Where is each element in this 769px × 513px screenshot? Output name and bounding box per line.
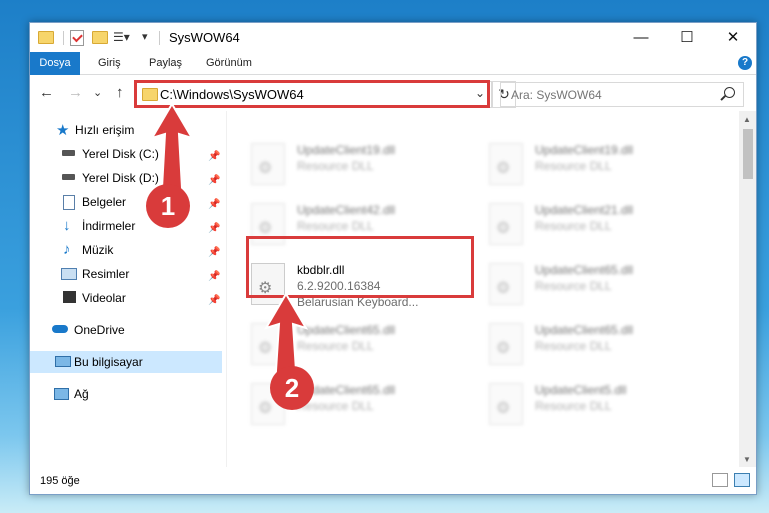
file-name: UpdateClient65.dll bbox=[297, 323, 396, 337]
details-view-icon[interactable] bbox=[712, 473, 728, 487]
downloads-icon: ↓ bbox=[63, 217, 71, 234]
file-item[interactable]: UpdateClient65.dll Resource DLL bbox=[489, 259, 719, 315]
sidebar-item-downloads[interactable]: ↓ İndirmeler 📌 bbox=[30, 215, 222, 237]
folder-icon bbox=[38, 31, 54, 44]
minimize-button[interactable]: — bbox=[618, 23, 664, 52]
forward-button[interactable]: → bbox=[68, 84, 83, 101]
maximize-button[interactable]: ☐ bbox=[664, 23, 710, 52]
tab-share[interactable]: Paylaş bbox=[141, 52, 190, 74]
item-count: 195 öğe bbox=[40, 475, 80, 487]
file-item[interactable]: UpdateClient19.dll Resource DLL bbox=[489, 139, 719, 195]
file-type: Resource DLL bbox=[535, 339, 612, 353]
pin-icon[interactable]: 📌 bbox=[208, 194, 220, 216]
back-button[interactable]: ← bbox=[39, 84, 54, 101]
file-name: UpdateClient42.dll bbox=[297, 203, 396, 217]
ribbon-tabs: Dosya Giriş Paylaş Görünüm ? bbox=[30, 52, 756, 108]
sidebar-item-label: OneDrive bbox=[74, 323, 125, 337]
network-icon bbox=[54, 388, 69, 400]
sidebar-item-label: Hızlı erişim bbox=[75, 123, 135, 137]
new-folder-icon[interactable] bbox=[92, 31, 108, 44]
pin-icon[interactable]: 📌 bbox=[208, 290, 220, 312]
pin-icon[interactable]: 📌 bbox=[208, 218, 220, 240]
help-icon[interactable]: ? bbox=[738, 56, 752, 70]
pin-icon[interactable]: 📌 bbox=[208, 242, 220, 264]
sidebar-item-label: Bu bilgisayar bbox=[74, 355, 143, 369]
search-box[interactable] bbox=[500, 82, 744, 107]
close-button[interactable]: ✕ bbox=[710, 23, 756, 52]
documents-icon bbox=[63, 195, 75, 210]
navigation-pane: ★ Hızlı erişim Yerel Disk (C:) 📌 Yerel D… bbox=[30, 111, 226, 467]
file-type: Resource DLL bbox=[297, 159, 374, 173]
quick-access-toolbar-icon[interactable]: ☰▾ bbox=[113, 30, 130, 46]
dll-file-icon bbox=[489, 203, 523, 245]
sidebar-item-label: Videolar bbox=[82, 291, 126, 305]
pictures-icon bbox=[61, 268, 77, 280]
file-name: UpdateClient19.dll bbox=[535, 143, 634, 157]
file-name: UpdateClient65.dll bbox=[535, 263, 634, 277]
dll-file-icon bbox=[489, 383, 523, 425]
cloud-icon bbox=[52, 325, 68, 333]
pin-icon[interactable]: 📌 bbox=[208, 170, 220, 192]
sidebar-item-label: Belgeler bbox=[82, 195, 127, 209]
sidebar-item-label: İndirmeler bbox=[82, 219, 136, 233]
dll-file-icon bbox=[251, 143, 285, 185]
star-icon: ★ bbox=[56, 122, 70, 139]
sidebar-item-music[interactable]: ♪ Müzik 📌 bbox=[30, 239, 222, 261]
file-item[interactable]: UpdateClient21.dll Resource DLL bbox=[489, 199, 719, 255]
title-bar: ☰▾ ▾ SysWOW64 — ☐ ✕ bbox=[30, 23, 756, 52]
vertical-scrollbar[interactable]: ▲ ▼ bbox=[739, 111, 756, 467]
search-input[interactable] bbox=[509, 86, 713, 104]
pin-icon[interactable]: 📌 bbox=[208, 266, 220, 288]
file-type: Resource DLL bbox=[535, 219, 612, 233]
file-type: Resource DLL bbox=[535, 399, 612, 413]
drive-icon bbox=[62, 150, 75, 156]
properties-icon[interactable] bbox=[70, 30, 84, 46]
file-name: UpdateClient65.dll bbox=[535, 323, 634, 337]
computer-icon bbox=[55, 356, 71, 367]
music-icon: ♪ bbox=[63, 241, 71, 258]
drive-icon bbox=[62, 174, 75, 180]
recent-locations-button[interactable]: ⌄ bbox=[93, 86, 102, 99]
pin-icon[interactable]: 📌 bbox=[208, 146, 220, 168]
search-icon[interactable] bbox=[724, 87, 735, 98]
sidebar-item-onedrive[interactable]: OneDrive bbox=[30, 319, 222, 341]
file-type: Resource DLL bbox=[535, 279, 612, 293]
tab-view[interactable]: Görünüm bbox=[198, 52, 260, 74]
file-type: Resource DLL bbox=[297, 219, 374, 233]
dll-file-icon bbox=[489, 323, 523, 365]
step-badge-2: 2 bbox=[270, 366, 314, 410]
sidebar-item-videos[interactable]: Videolar 📌 bbox=[30, 287, 222, 309]
step-badge-1: 1 bbox=[146, 184, 190, 228]
sidebar-item-label: Resimler bbox=[82, 267, 130, 281]
file-highlight-box bbox=[246, 236, 474, 298]
scroll-down-icon[interactable]: ▼ bbox=[743, 455, 751, 464]
sidebar-item-pictures[interactable]: Resimler 📌 bbox=[30, 263, 222, 285]
file-name: UpdateClient19.dll bbox=[297, 143, 396, 157]
sidebar-item-network[interactable]: Ağ bbox=[30, 383, 222, 405]
file-item[interactable]: UpdateClient19.dll Resource DLL bbox=[251, 139, 481, 195]
sidebar-item-label: Ağ bbox=[74, 387, 89, 401]
file-name: UpdateClient5.dll bbox=[535, 383, 627, 397]
dll-file-icon bbox=[489, 263, 523, 305]
window-title: SysWOW64 bbox=[169, 30, 240, 45]
videos-icon bbox=[61, 291, 78, 303]
customize-toolbar-icon[interactable]: ▾ bbox=[142, 30, 148, 46]
file-item[interactable]: UpdateClient5.dll Resource DLL bbox=[489, 379, 719, 435]
sidebar-item-label: Müzik bbox=[82, 243, 114, 257]
up-button[interactable]: ↑ bbox=[116, 84, 124, 101]
scrollbar-thumb[interactable] bbox=[743, 129, 753, 179]
tab-home[interactable]: Giriş bbox=[90, 52, 129, 74]
large-icons-view-icon[interactable] bbox=[734, 473, 750, 487]
dll-file-icon bbox=[489, 143, 523, 185]
file-name: UpdateClient21.dll bbox=[535, 203, 634, 217]
scroll-up-icon[interactable]: ▲ bbox=[743, 115, 751, 124]
file-item[interactable]: UpdateClient65.dll Resource DLL bbox=[489, 319, 719, 375]
file-type: Resource DLL bbox=[535, 159, 612, 173]
sidebar-item-this-pc[interactable]: Bu bilgisayar bbox=[30, 351, 222, 373]
status-bar: 195 öğe bbox=[30, 467, 756, 494]
